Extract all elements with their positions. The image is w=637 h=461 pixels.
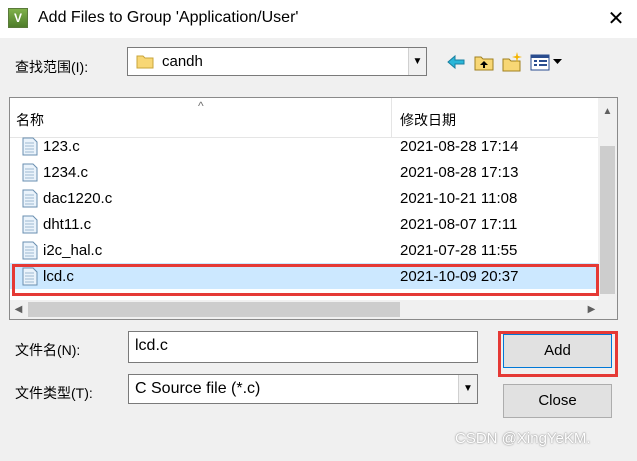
file-date: 2021-08-28 17:14 bbox=[400, 138, 519, 155]
file-name: i2c_hal.c bbox=[43, 242, 103, 259]
file-row-selected[interactable]: lcd.c 2021-10-09 20:37 bbox=[10, 263, 600, 289]
file-name: lcd.c bbox=[43, 268, 74, 285]
file-date: 2021-10-21 11:08 bbox=[400, 190, 518, 207]
vertical-scrollbar[interactable]: ▲ bbox=[598, 98, 617, 301]
back-icon[interactable] bbox=[445, 51, 467, 73]
new-folder-icon[interactable] bbox=[501, 51, 523, 73]
watermark: CSDN @XingYeKM. bbox=[455, 430, 591, 447]
file-row[interactable]: 123.c 2021-08-28 17:14 bbox=[10, 133, 600, 159]
file-name: 123.c bbox=[43, 138, 80, 155]
scrollbar-corner bbox=[598, 300, 617, 319]
c-file-icon bbox=[22, 267, 38, 286]
sort-ascending-icon: ^ bbox=[198, 99, 204, 113]
add-button[interactable]: Add bbox=[503, 334, 612, 368]
c-file-icon bbox=[22, 163, 38, 182]
horizontal-scrollbar[interactable]: ◀ ▶ bbox=[10, 300, 600, 319]
chevron-down-icon[interactable]: ▼ bbox=[458, 375, 477, 403]
look-in-dropdown[interactable]: candh ▼ bbox=[127, 47, 427, 76]
c-file-icon bbox=[22, 241, 38, 260]
up-folder-icon[interactable] bbox=[473, 51, 495, 73]
file-name: dac1220.c bbox=[43, 190, 113, 207]
chevron-down-icon[interactable]: ▼ bbox=[408, 48, 426, 75]
file-row[interactable]: i2c_hal.c 2021-07-28 11:55 bbox=[10, 237, 600, 263]
file-date: 2021-08-07 17:11 bbox=[400, 216, 518, 233]
filename-label: 文件名(N): bbox=[15, 342, 81, 358]
c-file-icon bbox=[22, 189, 38, 208]
close-button[interactable]: Close bbox=[503, 384, 612, 418]
folder-icon bbox=[136, 55, 154, 69]
filetype-value: C Source file (*.c) bbox=[135, 380, 261, 397]
filetype-label: 文件类型(T): bbox=[15, 385, 93, 401]
title-bar: V Add Files to Group 'Application/User' … bbox=[0, 0, 637, 38]
file-date: 2021-08-28 17:13 bbox=[400, 164, 519, 181]
file-name: 1234.c bbox=[43, 164, 89, 181]
file-list[interactable]: 名称 ^ 修改日期 123.c 2021-08-28 17:14 1234.c … bbox=[9, 97, 618, 320]
scroll-left-icon[interactable]: ◀ bbox=[10, 300, 27, 319]
c-file-icon bbox=[22, 137, 38, 156]
c-file-icon bbox=[22, 215, 38, 234]
file-rows: 123.c 2021-08-28 17:14 1234.c 2021-08-28… bbox=[10, 133, 600, 289]
file-name: dht11.c bbox=[43, 216, 92, 233]
look-in-value: candh bbox=[162, 53, 203, 70]
close-window-button[interactable]: ✕ bbox=[603, 6, 629, 32]
column-header-date[interactable]: 修改日期 bbox=[400, 110, 456, 130]
window-title: Add Files to Group 'Application/User' bbox=[38, 9, 299, 26]
filename-field[interactable]: lcd.c bbox=[128, 331, 478, 363]
vertical-scroll-thumb[interactable] bbox=[600, 146, 615, 294]
file-date: 2021-10-09 20:37 bbox=[400, 268, 519, 285]
file-date: 2021-07-28 11:55 bbox=[400, 242, 518, 259]
scroll-up-icon[interactable]: ▲ bbox=[598, 106, 617, 122]
horizontal-scroll-thumb[interactable] bbox=[28, 302, 400, 317]
file-row[interactable]: dac1220.c 2021-10-21 11:08 bbox=[10, 185, 600, 211]
column-header-name[interactable]: 名称 bbox=[16, 110, 44, 130]
column-divider[interactable] bbox=[391, 98, 392, 138]
look-in-label: 查找范围(I): bbox=[15, 59, 89, 75]
view-menu-icon[interactable] bbox=[529, 51, 565, 73]
file-row[interactable]: 1234.c 2021-08-28 17:13 bbox=[10, 159, 600, 185]
list-header: 名称 ^ 修改日期 bbox=[10, 98, 600, 138]
app-icon: V bbox=[8, 8, 28, 28]
filetype-dropdown[interactable]: C Source file (*.c) ▼ bbox=[128, 374, 478, 404]
file-row[interactable]: dht11.c 2021-08-07 17:11 bbox=[10, 211, 600, 237]
